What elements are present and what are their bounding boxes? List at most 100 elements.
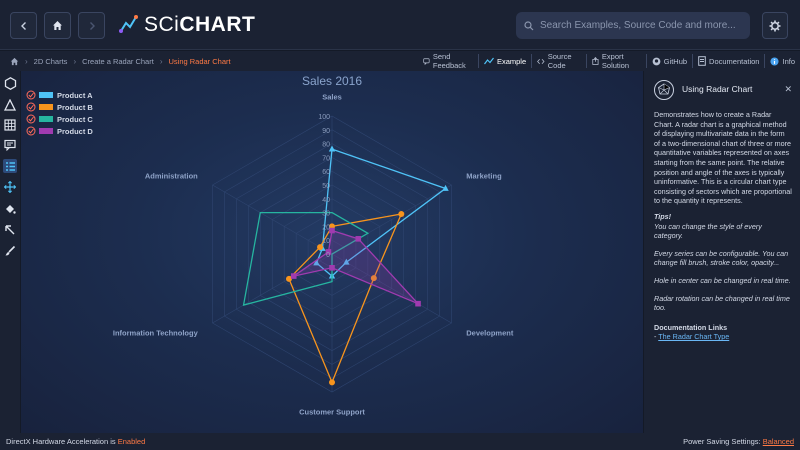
checkmark-icon bbox=[28, 104, 34, 110]
series-point-marker bbox=[329, 379, 335, 386]
github-icon bbox=[652, 57, 661, 65]
document-icon bbox=[698, 56, 706, 66]
example-tab[interactable]: Example bbox=[479, 54, 533, 68]
radial-tick-label: 90 bbox=[322, 128, 330, 135]
chevron-right-icon: › bbox=[73, 56, 77, 66]
legend-item[interactable]: Product C bbox=[26, 114, 93, 124]
export-icon bbox=[592, 57, 599, 65]
chart-icon bbox=[483, 57, 494, 64]
checkmark-icon bbox=[28, 116, 34, 122]
logo-text-chart: CHART bbox=[179, 13, 256, 36]
radar-chart-doc-link[interactable]: The Radar Chart Type bbox=[658, 332, 729, 341]
brush-icon bbox=[5, 245, 16, 256]
search-input[interactable] bbox=[540, 20, 740, 31]
tip-item: Radar rotation can be changed in real ti… bbox=[654, 293, 790, 313]
radar-series[interactable] bbox=[290, 227, 421, 307]
code-icon bbox=[537, 58, 545, 64]
legend-checkbox[interactable] bbox=[26, 102, 36, 112]
settings-button[interactable] bbox=[762, 12, 788, 39]
documentation-links-heading: Documentation Links bbox=[654, 322, 728, 332]
tool-brush[interactable] bbox=[3, 244, 17, 258]
category-label: Information Technology bbox=[113, 329, 199, 338]
chart-toolbar bbox=[0, 71, 20, 433]
tool-fill[interactable] bbox=[3, 202, 17, 216]
legend-checkbox[interactable] bbox=[26, 90, 36, 100]
checkmark-icon bbox=[28, 92, 34, 98]
feedback-icon bbox=[423, 57, 430, 65]
close-icon[interactable]: ✕ bbox=[784, 85, 792, 95]
radial-tick-label: 50 bbox=[322, 183, 330, 190]
info-label: Info bbox=[782, 56, 795, 66]
tip-item: Hole in center can be changed in real ti… bbox=[654, 275, 791, 285]
chart-title: Sales 2016 bbox=[302, 74, 362, 88]
legend-checkbox[interactable] bbox=[26, 126, 36, 136]
source-code-button[interactable]: Source Code bbox=[532, 52, 588, 70]
arrow-icon bbox=[5, 225, 15, 235]
series-point-marker bbox=[329, 265, 335, 271]
radial-tick-label: 30 bbox=[322, 211, 330, 218]
tip-item: You can change the style of every catego… bbox=[654, 221, 762, 241]
tool-pan[interactable] bbox=[3, 180, 17, 194]
series-point-marker bbox=[415, 300, 421, 307]
chevron-right-icon: › bbox=[25, 56, 28, 66]
home-button[interactable] bbox=[44, 12, 71, 39]
legend-swatch bbox=[39, 104, 53, 110]
legend-item[interactable]: Product D bbox=[26, 126, 93, 136]
send-feedback-label: Send Feedback bbox=[432, 52, 466, 70]
power-label: Power Saving Settings: bbox=[683, 437, 761, 446]
forward-button[interactable] bbox=[78, 12, 105, 39]
hardware-acceleration-status: DirectX Hardware Acceleration is Enabled bbox=[6, 437, 145, 446]
send-feedback-button[interactable]: Send Feedback bbox=[418, 52, 479, 70]
radial-tick-label: 70 bbox=[322, 155, 330, 162]
tool-table[interactable] bbox=[3, 118, 17, 132]
move-icon bbox=[4, 181, 16, 193]
radar-chart[interactable]: 0 10 20 30 40 50 60 70 80 90 100 Sales Marketing Dev… bbox=[21, 71, 643, 433]
chevron-left-icon bbox=[20, 21, 26, 30]
scichart-logo[interactable]: SCi CHART bbox=[118, 13, 255, 37]
tool-hexagon[interactable] bbox=[3, 76, 17, 90]
export-solution-button[interactable]: Export Solution bbox=[587, 52, 647, 70]
example-label: Example bbox=[496, 56, 527, 66]
radial-tick-label: 10 bbox=[322, 238, 330, 245]
home-icon[interactable] bbox=[10, 57, 19, 66]
chevron-right-icon: › bbox=[159, 56, 163, 66]
search-box[interactable] bbox=[516, 12, 750, 39]
accel-value: Enabled bbox=[117, 437, 146, 446]
tool-legend[interactable] bbox=[3, 159, 17, 173]
category-label: Customer Support bbox=[299, 407, 365, 416]
hexagon-icon bbox=[4, 76, 16, 90]
legend-label: Product D bbox=[57, 127, 93, 136]
power-saving-link[interactable]: Balanced bbox=[763, 437, 794, 446]
info-header: Using Radar Chart ✕ bbox=[654, 80, 792, 100]
radial-tick-label: 80 bbox=[322, 142, 330, 149]
series-point-marker bbox=[355, 236, 362, 242]
info-panel: Using Radar Chart ✕ Demonstrates how to … bbox=[644, 71, 800, 433]
radial-tick-label: 20 bbox=[322, 224, 330, 231]
breadcrumb-bar: › 2D Charts › Create a Radar Chart › Usi… bbox=[0, 51, 800, 71]
chart-legend: Product A Product B Product C Product D bbox=[26, 90, 93, 136]
breadcrumb-item-create-radar[interactable]: Create a Radar Chart bbox=[82, 57, 154, 66]
tool-comment[interactable] bbox=[3, 138, 17, 152]
legend-swatch bbox=[39, 116, 53, 122]
table-icon bbox=[4, 119, 16, 131]
info-title: Using Radar Chart bbox=[682, 84, 753, 95]
category-label: Marketing bbox=[466, 171, 502, 180]
legend-label: Product C bbox=[57, 115, 93, 124]
logo-text-sci: SCi bbox=[144, 13, 180, 36]
legend-item[interactable]: Product B bbox=[26, 102, 93, 112]
legend-swatch bbox=[39, 128, 53, 134]
github-button[interactable]: GitHub bbox=[647, 54, 694, 68]
series-point-marker bbox=[398, 210, 405, 217]
series-point-marker bbox=[329, 227, 335, 234]
checkmark-icon bbox=[28, 128, 34, 134]
legend-item[interactable]: Product A bbox=[26, 90, 93, 100]
tool-axis[interactable] bbox=[3, 98, 17, 112]
series-point-marker bbox=[290, 273, 297, 279]
radar-chart-surface[interactable]: 0 10 20 30 40 50 60 70 80 90 100 Sales Marketing Dev… bbox=[21, 71, 643, 433]
documentation-button[interactable]: Documentation bbox=[693, 54, 766, 68]
tool-pointer[interactable] bbox=[3, 223, 17, 237]
back-button[interactable] bbox=[10, 12, 37, 39]
legend-checkbox[interactable] bbox=[26, 114, 36, 124]
breadcrumb-item-2d-charts[interactable]: 2D Charts bbox=[34, 57, 68, 66]
info-button[interactable]: Info bbox=[765, 54, 800, 68]
